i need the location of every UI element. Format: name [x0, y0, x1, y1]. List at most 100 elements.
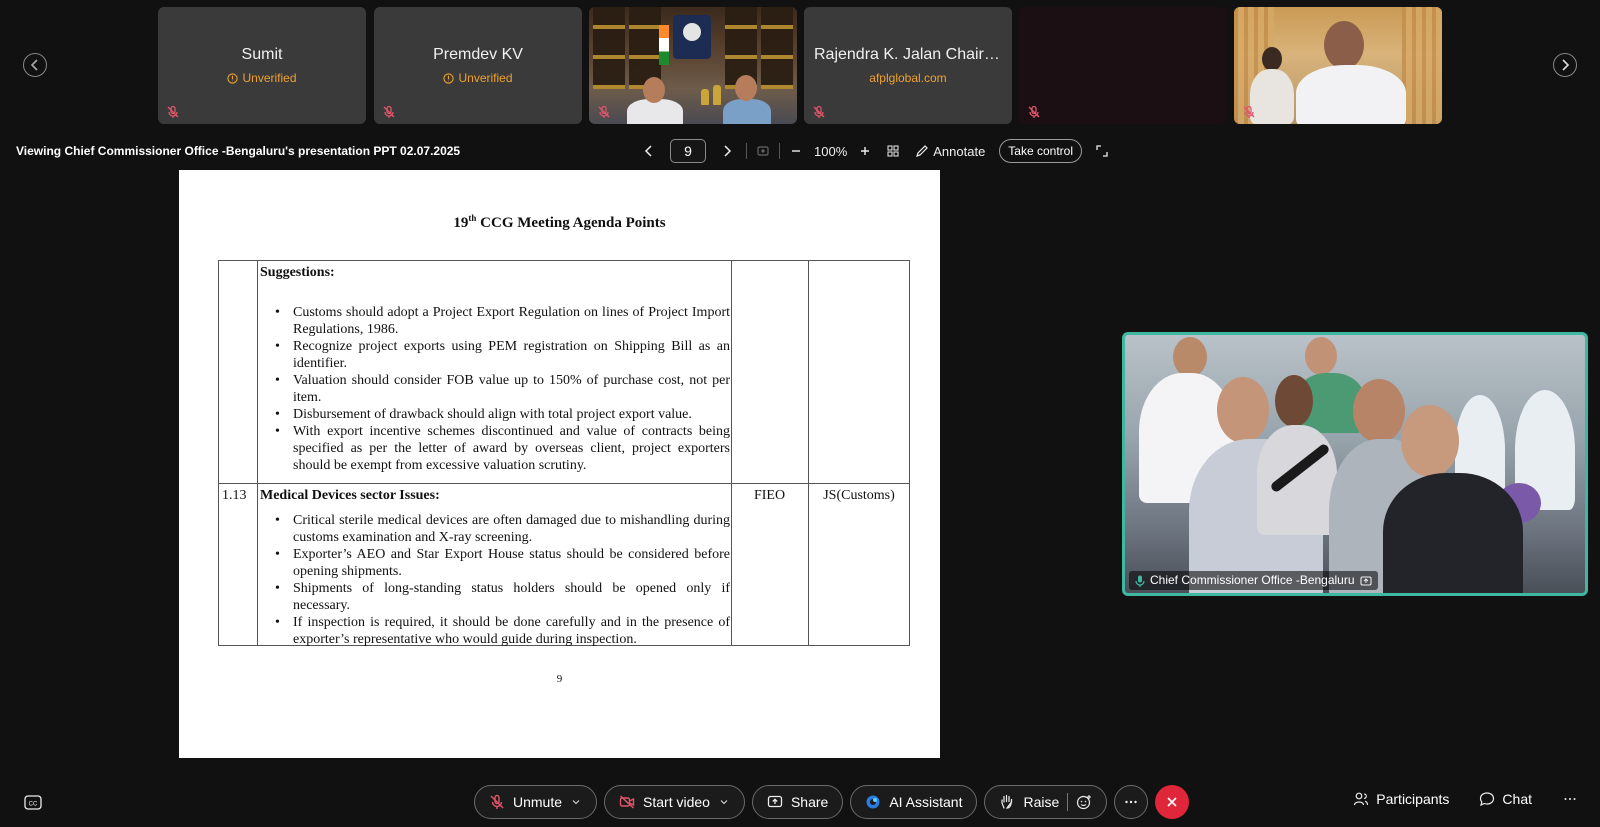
presentation-slide: 19th CCG Meeting Agenda Points Suggestio…	[179, 170, 940, 758]
annotate-label: Annotate	[933, 143, 986, 159]
participant-status: Unverified	[158, 71, 366, 85]
more-options-button[interactable]	[1114, 785, 1149, 819]
participant-tile[interactable]: Premdev KV Unverified	[374, 7, 582, 124]
list-item: Shipments of long-standing status holder…	[259, 580, 730, 614]
person	[1383, 473, 1523, 593]
active-speaker-video[interactable]: Chief Commissioner Office -Bengaluru	[1122, 332, 1588, 596]
more-horizontal-icon	[1125, 800, 1137, 804]
share-button[interactable]: Share	[751, 785, 844, 819]
microphone-icon	[1135, 575, 1145, 587]
unmute-label: Unmute	[513, 794, 563, 810]
participant-status-text: Unverified	[242, 71, 297, 85]
leave-meeting-button[interactable]	[1155, 785, 1190, 819]
table-row-divider	[219, 483, 909, 484]
fullscreen-button[interactable]	[1094, 144, 1110, 158]
start-video-label: Start video	[643, 794, 710, 810]
share-label: Share	[790, 794, 829, 810]
annotate-button[interactable]: Annotate	[915, 144, 985, 159]
meeting-controls: Unmute Start video Share AI Assistant Ra…	[474, 785, 1190, 819]
screen-share-icon	[1359, 575, 1372, 586]
muted-mic-icon	[490, 794, 504, 809]
warning-circle-icon	[443, 72, 455, 84]
more-panels-button[interactable]	[1562, 791, 1578, 807]
plus-icon	[861, 147, 870, 155]
participant-tile[interactable]: Rajendra K. Jalan Chairman... afplglobal…	[804, 7, 1012, 124]
thumbnails-button[interactable]	[885, 144, 901, 158]
person	[1296, 65, 1406, 124]
participants-label: Participants	[1376, 791, 1450, 807]
person	[1257, 425, 1337, 535]
muted-mic-icon	[813, 105, 825, 118]
raised-by-cell: FIEO	[753, 488, 786, 503]
participant-status: Unverified	[374, 71, 582, 85]
participants-button[interactable]: Participants	[1353, 791, 1449, 807]
unmute-button[interactable]: Unmute	[474, 785, 598, 819]
participant-domain: afplglobal.com	[804, 71, 1012, 85]
chevron-left-icon	[644, 145, 652, 157]
suggestions-heading: Suggestions:	[260, 265, 335, 280]
share-screen-icon	[767, 795, 783, 808]
take-control-button[interactable]: Take control	[999, 139, 1082, 163]
list-item: If inspection is required, it should be …	[259, 614, 730, 648]
chat-button[interactable]: Chat	[1479, 791, 1532, 807]
zoom-out-button[interactable]	[788, 144, 804, 158]
chevron-down-icon[interactable]	[570, 794, 582, 810]
side-panel-controls: Participants Chat	[1353, 791, 1578, 807]
fit-screen-icon	[757, 146, 769, 156]
hand-icon	[1001, 794, 1013, 809]
list-item: Critical sterile medical devices are oft…	[259, 512, 730, 546]
muted-mic-icon	[598, 105, 610, 118]
chevron-right-icon	[724, 145, 732, 157]
participant-video-tile[interactable]	[589, 7, 797, 124]
flag	[659, 25, 669, 65]
next-page-button[interactable]	[718, 144, 736, 158]
speaker-name-text: Chief Commissioner Office -Bengaluru	[1150, 573, 1355, 587]
list-item: Recognize project exports using PEM regi…	[259, 338, 730, 372]
chevron-down-icon[interactable]	[718, 794, 730, 810]
expand-icon	[1096, 145, 1108, 157]
medical-devices-heading: Medical Devices sector Issues:	[260, 488, 440, 503]
previous-page-button[interactable]	[640, 144, 658, 158]
list-item: Disbursement of drawback should align wi…	[259, 406, 730, 423]
list-item: Valuation should consider FOB value up t…	[259, 372, 730, 406]
ai-assistant-button[interactable]: AI Assistant	[850, 785, 978, 819]
participant-video-tile[interactable]	[1019, 7, 1227, 124]
video-off-icon	[619, 795, 635, 809]
start-video-button[interactable]: Start video	[604, 785, 745, 819]
person-head	[1353, 379, 1405, 443]
chat-bubble-icon	[1480, 792, 1495, 807]
list-item: Customs should adopt a Project Export Re…	[259, 304, 730, 338]
title-number: 19	[453, 215, 469, 231]
trophy-shelf	[593, 7, 625, 89]
muted-mic-icon	[1243, 105, 1255, 118]
raise-hand-button[interactable]: Raise	[984, 785, 1108, 819]
person-head	[1305, 337, 1337, 375]
pen-icon	[916, 145, 929, 157]
chevron-left-icon	[30, 59, 38, 71]
participant-domain-text: afplglobal.com	[869, 71, 947, 85]
participant-tile[interactable]: Sumit Unverified	[158, 7, 366, 124]
captions-button[interactable]: CC	[24, 795, 42, 811]
participant-video-tile[interactable]	[1234, 7, 1442, 124]
trophy-shelf	[761, 7, 793, 89]
fit-page-button[interactable]	[755, 144, 771, 158]
next-participants-button[interactable]	[1553, 53, 1577, 77]
zoom-in-button[interactable]	[857, 144, 873, 158]
list-item: With export incentive schemes discontinu…	[259, 423, 730, 474]
divider	[779, 143, 780, 159]
divider	[746, 143, 747, 159]
reactions-icon[interactable]	[1076, 794, 1092, 810]
ai-assistant-icon	[866, 795, 880, 809]
list-item: Exporter’s AEO and Star Export House sta…	[259, 546, 730, 580]
page-number-input[interactable]: 9	[670, 139, 706, 163]
muted-mic-icon	[167, 105, 179, 118]
emblem	[673, 15, 711, 59]
slide-title: 19th CCG Meeting Agenda Points	[179, 213, 940, 232]
person	[723, 99, 771, 124]
person-head	[1275, 375, 1313, 427]
prev-participants-button[interactable]	[23, 53, 47, 77]
divider	[1067, 793, 1069, 811]
person-head	[735, 75, 757, 101]
agenda-table: Suggestions: Customs should adopt a Proj…	[218, 260, 910, 648]
trophy	[701, 89, 709, 105]
